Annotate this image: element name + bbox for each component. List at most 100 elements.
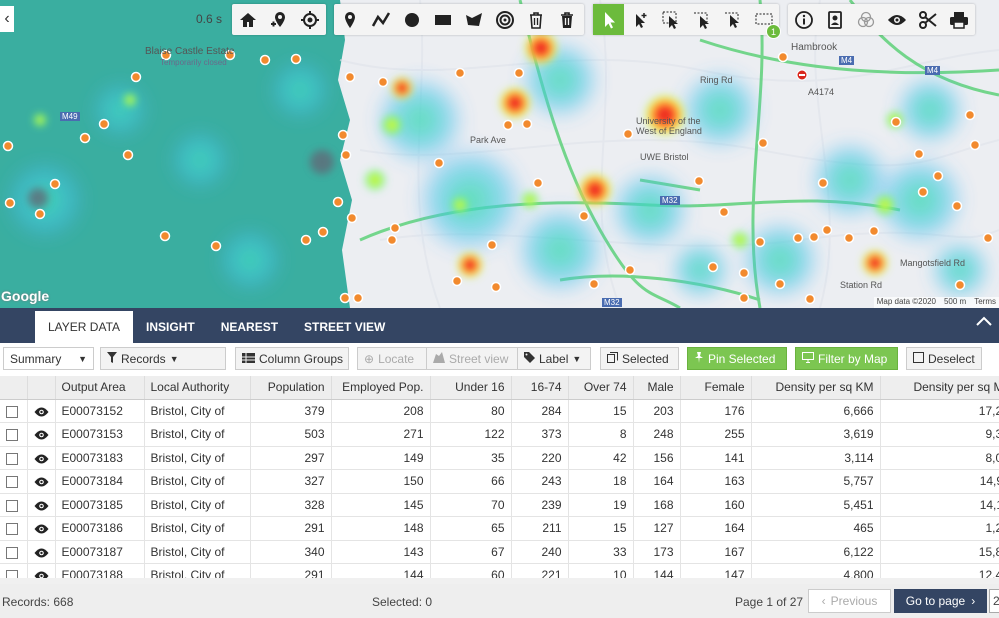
my-location-icon[interactable] (294, 4, 325, 35)
column-header[interactable]: Male (633, 376, 681, 400)
eye-icon[interactable] (34, 427, 49, 441)
row-checkbox[interactable] (6, 452, 18, 465)
table-cell: Bristol, City of (144, 469, 251, 494)
tab-layer-data[interactable]: LAYER DATA (35, 311, 134, 343)
row-checkbox[interactable] (6, 476, 18, 489)
terms-link[interactable]: Terms (974, 297, 996, 308)
report-icon[interactable] (819, 4, 850, 35)
eye-icon[interactable] (34, 521, 49, 535)
visibility-icon[interactable] (881, 4, 912, 35)
table-row[interactable]: E00073186 Bristol, City of 291 148 65 211 15 12… (0, 516, 999, 541)
select-cursor-icon[interactable] (593, 4, 624, 35)
column-header[interactable]: Over 74 (568, 376, 634, 400)
table-cell: E00073183 (55, 446, 145, 470)
tab-nearest[interactable]: NEAREST (208, 311, 291, 343)
select-radius-icon[interactable] (717, 4, 748, 35)
tab-street-view[interactable]: STREET VIEW (291, 311, 398, 343)
back-button[interactable]: ‹ (0, 6, 14, 32)
table-cell: 503 (250, 422, 332, 447)
layer-toolbar: Summary ▼ Records ▼ Column Groups ⊕ Loca… (0, 343, 999, 374)
column-header[interactable]: Employed Pop. (331, 376, 431, 400)
map-label-m4b: M4 (925, 66, 941, 75)
table-row[interactable]: E00073188 Bristol, City of 291 144 60 221 10 14… (0, 563, 999, 578)
eye-icon[interactable] (34, 451, 49, 465)
table-cell: 17,266 (880, 399, 999, 423)
info-icon[interactable] (788, 4, 819, 35)
eye-icon[interactable] (34, 568, 49, 578)
rectangle-icon[interactable] (427, 4, 458, 35)
column-header[interactable]: Local Authority (144, 376, 251, 400)
monitor-icon (802, 351, 814, 366)
column-header[interactable]: 16-74 (511, 376, 569, 400)
row-checkbox[interactable] (6, 405, 18, 418)
table-row[interactable]: E00073183 Bristol, City of 297 149 35 220 42 15… (0, 446, 999, 470)
table-cell: 8,066 (880, 446, 999, 470)
column-header[interactable]: Female (680, 376, 752, 400)
eye-icon[interactable] (34, 474, 49, 488)
column-header[interactable]: Under 16 (430, 376, 512, 400)
table-cell: 42 (568, 446, 634, 470)
records-button[interactable]: Records ▼ (100, 347, 226, 370)
tag-icon (524, 351, 535, 366)
delete-icon[interactable] (520, 4, 551, 35)
table-cell: 5,451 (751, 493, 881, 517)
select-add-icon[interactable] (624, 4, 655, 35)
map-label-mangotsfield: Mangotsfield Rd (900, 258, 966, 268)
street-view-button[interactable]: Street view (427, 347, 518, 370)
polygon-icon[interactable] (458, 4, 489, 35)
row-checkbox[interactable] (6, 499, 18, 512)
row-checkbox[interactable] (6, 570, 18, 578)
locate-button[interactable]: ⊕ Locate (357, 347, 427, 370)
pin-selected-button[interactable]: Pin Selected (687, 347, 787, 370)
table-cell: E00073185 (55, 493, 145, 517)
delete-all-icon[interactable] (551, 4, 582, 35)
column-header[interactable]: Population (250, 376, 332, 400)
table-row[interactable]: E00073152 Bristol, City of 379 208 80 284 15 20… (0, 399, 999, 423)
table-row[interactable]: E00073185 Bristol, City of 328 145 70 239 19 16… (0, 493, 999, 517)
print-icon[interactable] (943, 4, 974, 35)
venn-icon[interactable] (850, 4, 881, 35)
column-header[interactable]: Output Area (55, 376, 145, 400)
table-row[interactable]: E00073184 Bristol, City of 327 150 66 243 18 16… (0, 469, 999, 494)
marker-icon[interactable] (334, 4, 365, 35)
column-groups-button[interactable]: Column Groups (235, 347, 349, 370)
table-cell: 465 (751, 516, 881, 541)
table-cell: 144 (331, 563, 431, 578)
copy-icon (607, 351, 618, 366)
eye-icon[interactable] (34, 545, 49, 559)
row-checkbox[interactable] (6, 546, 18, 559)
previous-page-button[interactable]: ‹ Previous (808, 589, 891, 613)
column-header[interactable]: Density per sq Mile (880, 376, 999, 400)
circle-icon[interactable] (396, 4, 427, 35)
summary-select[interactable]: Summary ▼ (3, 347, 94, 370)
select-box-icon[interactable] (655, 4, 686, 35)
deselect-button[interactable]: Deselect (906, 347, 982, 370)
table-row[interactable]: E00073153 Bristol, City of 503 271 122 373 8 24… (0, 422, 999, 447)
go-to-page-button[interactable]: Go to page › (894, 589, 987, 613)
selected-button[interactable]: Selected (600, 347, 679, 370)
table-row[interactable]: E00073187 Bristol, City of 340 143 67 240 33 17… (0, 540, 999, 564)
map-view[interactable]: Blaise Castle Estate Temporarily closed … (0, 0, 999, 308)
row-checkbox[interactable] (6, 429, 18, 442)
eye-icon[interactable] (34, 404, 49, 418)
scissors-icon[interactable] (912, 4, 943, 35)
select-polygon-icon[interactable] (686, 4, 717, 35)
filter-by-map-button[interactable]: Filter by Map (795, 347, 898, 370)
table-cell: Bristol, City of (144, 516, 251, 541)
table-header-row: Output Area Local Authority Population E… (0, 376, 999, 400)
utility-tools (788, 4, 975, 35)
page-number-input[interactable]: 2 (989, 589, 999, 613)
collapse-panel-icon[interactable] (975, 314, 993, 332)
label-button[interactable]: Label ▼ (518, 347, 591, 370)
row-checkbox[interactable] (6, 523, 18, 536)
eye-icon[interactable] (34, 498, 49, 512)
home-icon[interactable] (232, 4, 263, 35)
radius-icon[interactable] (489, 4, 520, 35)
add-location-icon[interactable] (263, 4, 294, 35)
table-cell: 15,856 (880, 540, 999, 564)
row-visibility-cell (27, 446, 56, 470)
polyline-icon[interactable] (365, 4, 396, 35)
tab-insight[interactable]: INSIGHT (133, 311, 208, 343)
column-header[interactable]: Density per sq KM (751, 376, 881, 400)
table-cell: 164 (633, 469, 681, 494)
